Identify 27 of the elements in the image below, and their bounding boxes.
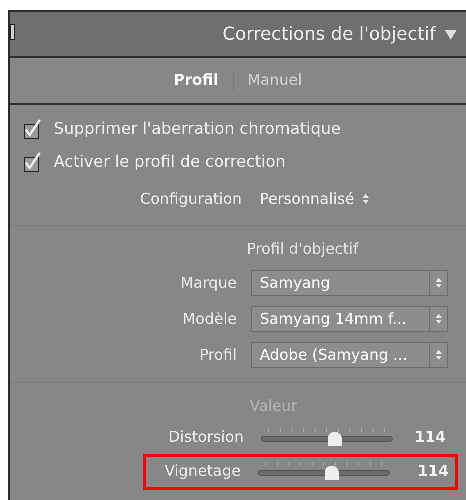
lens-dropdown[interactable]: Adobe (Samyang ... xyxy=(251,342,448,368)
slider-value: 114 xyxy=(418,461,449,482)
slider-label: Vignetage xyxy=(164,461,241,482)
panel-title: Corrections de l'objectif xyxy=(222,22,436,46)
slider-label: Distorsion xyxy=(168,427,244,448)
tab[interactable]: Profil xyxy=(174,69,219,92)
setup-dropdown[interactable]: Personnalisé xyxy=(260,188,370,210)
stepper-icon xyxy=(434,277,442,289)
setup-label: Configuration xyxy=(139,189,242,210)
lens-dropdown[interactable]: Samyang 14mm f... xyxy=(251,306,448,332)
tab[interactable]: Manuel xyxy=(248,69,302,92)
section-heading: Profil d'objectif xyxy=(247,238,360,260)
slider-value: 114 xyxy=(414,427,446,448)
field-label: Marque xyxy=(180,272,237,294)
checkbox-label: Activer le profil de correction xyxy=(54,151,286,173)
field-label: Profil xyxy=(198,344,237,366)
stepper-icon xyxy=(434,349,442,361)
checkbox[interactable] xyxy=(24,119,42,139)
lens-dropdown[interactable]: Samyang xyxy=(251,270,448,296)
stepper-icon xyxy=(362,193,370,206)
slider-thumb[interactable] xyxy=(328,432,342,446)
field-label: Modèle xyxy=(182,308,237,330)
collapse-triangle-icon[interactable] xyxy=(444,27,458,41)
slider-thumb[interactable] xyxy=(324,466,339,480)
checkbox-label: Supprimer l'aberration chromatique xyxy=(54,118,341,140)
stepper-icon xyxy=(434,313,442,325)
checkbox[interactable] xyxy=(24,152,42,172)
